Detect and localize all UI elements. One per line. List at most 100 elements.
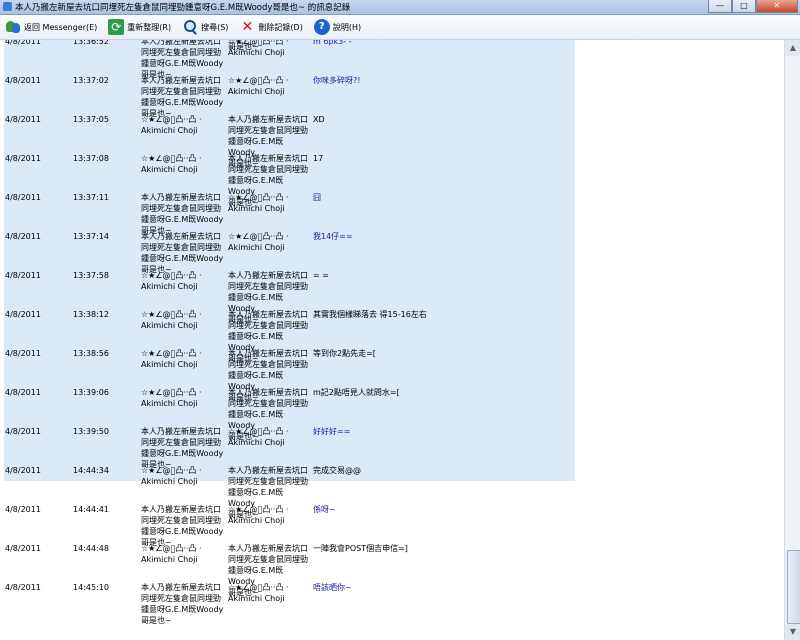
message-to: ☆★∠@゚凸··凸 · Akimichi Choji — [228, 40, 310, 58]
message-row[interactable]: 4/8/2011 13:38:12 ☆★∠@゚凸··凸 · Akimichi Choj… — [0, 304, 784, 363]
search-label: 搜尋(S) — [201, 22, 229, 32]
sender-name-line: 本人乃搬左新屋去坑口 — [228, 115, 308, 124]
toolbar: 返回 Messenger(E) ⟳ 重新整理(R) 搜尋(S) ✕ 刪除記錄(D… — [0, 15, 800, 40]
sender-name-line: Akimichi Choji — [228, 87, 285, 96]
message-row[interactable]: 4/8/2011 13:37:02 本人乃搬左新屋去坑口 同埋死左隻倉鼠同埋勁 鍾意呀G… — [0, 70, 784, 118]
sender-name-line: 本人乃搬左新屋去坑口 — [228, 271, 308, 280]
sender-name-line: 鍾意呀G.E.M既Woody — [141, 98, 224, 107]
message-from: ☆★∠@゚凸··凸 · Akimichi Choji — [141, 309, 225, 331]
message-text: 一陣我會POST個吉申信=] — [313, 544, 408, 553]
help-label: 說明(H) — [332, 22, 362, 32]
sender-name-line: Akimichi Choji — [228, 48, 285, 57]
refresh-button[interactable]: ⟳ 重新整理(R) — [108, 19, 171, 35]
scroll-up-arrow-icon[interactable]: ▲ — [785, 40, 800, 56]
message-row[interactable]: 4/8/2011 13:39:50 本人乃搬左新屋去坑口 同埋死左隻倉鼠同埋勁 鍾意呀G… — [0, 421, 784, 469]
sender-name-line: Akimichi Choji — [228, 516, 285, 525]
message-to: ☆★∠@゚凸··凸 · Akimichi Choji — [228, 192, 310, 214]
sender-name-line: 本人乃搬左新屋去坑口 — [141, 583, 221, 592]
message-row[interactable]: 4/8/2011 14:45:10 本人乃搬左新屋去坑口 同埋死左隻倉鼠同埋勁 鍾意呀G… — [0, 577, 784, 625]
message-to: ☆★∠@゚凸··凸 · Akimichi Choji — [228, 75, 310, 97]
back-to-messenger-label: 返回 Messenger(E) — [24, 22, 98, 32]
sender-name-line: Akimichi Choji — [141, 126, 198, 135]
message-time: 13:37:11 — [73, 193, 109, 202]
message-row[interactable]: 4/8/2011 14:44:34 ☆★∠@゚凸··凸 · Akimichi Choj… — [0, 460, 784, 519]
message-text: 好好好== — [313, 427, 351, 436]
message-date: 4/8/2011 — [5, 115, 41, 124]
message-row[interactable]: 4/8/2011 13:36:52 本人乃搬左新屋去坑口 同埋死左隻倉鼠同埋勁 鍾意呀G… — [0, 40, 784, 79]
message-text: 囧 — [313, 193, 321, 202]
back-to-messenger-button[interactable]: 返回 Messenger(E) — [5, 19, 97, 35]
message-to: ☆★∠@゚凸··凸 · Akimichi Choji — [228, 504, 310, 526]
message-row[interactable]: 4/8/2011 13:37:05 ☆★∠@゚凸··凸 · Akimichi Choj… — [0, 109, 784, 168]
message-row[interactable]: 4/8/2011 13:37:58 ☆★∠@゚凸··凸 · Akimichi Choj… — [0, 265, 784, 324]
message-date: 4/8/2011 — [5, 40, 41, 46]
message-text: 我14仔== — [313, 232, 353, 241]
message-history-pane[interactable]: 哥是也~ 4/8/2011 13:36:52 本人乃搬左新屋去坑口 同埋死左隻倉鼠同埋… — [0, 40, 784, 640]
message-date: 4/8/2011 — [5, 349, 41, 358]
sender-name-line: ☆★∠@゚凸··凸 · — [228, 583, 289, 592]
sender-name-line: 鍾意呀G.E.M既Woody — [141, 449, 224, 458]
sender-name-line: 同埋死左隻倉鼠同埋勁 — [141, 243, 221, 252]
message-time: 13:38:12 — [73, 310, 109, 319]
scroll-down-arrow-icon[interactable]: ▼ — [785, 624, 800, 640]
search-button[interactable]: 搜尋(S) — [182, 19, 228, 35]
delete-history-label: 刪除記錄(D) — [258, 22, 303, 32]
sender-name-line: ☆★∠@゚凸··凸 · — [141, 349, 202, 358]
message-time: 13:37:02 — [73, 76, 109, 85]
sender-name-line: 同埋死左隻倉鼠同埋勁 — [228, 282, 308, 291]
sender-name-line: Akimichi Choji — [141, 165, 198, 174]
sender-name-line: 本人乃搬左新屋去坑口 — [228, 310, 308, 319]
sender-name-line: 同埋死左隻倉鼠同埋勁 — [141, 87, 221, 96]
message-row[interactable]: 4/8/2011 14:44:48 ☆★∠@゚凸··凸 · Akimichi Choj… — [0, 538, 784, 597]
message-row[interactable]: 4/8/2011 13:37:11 本人乃搬左新屋去坑口 同埋死左隻倉鼠同埋勁 鍾意呀G… — [0, 187, 784, 235]
message-row[interactable]: 4/8/2011 13:37:08 ☆★∠@゚凸··凸 · Akimichi Choj… — [0, 148, 784, 207]
sender-name-line: 哥是也~ — [141, 616, 172, 625]
sender-name-line: 同埋死左隻倉鼠同埋勁 — [228, 477, 308, 486]
help-button[interactable]: ? 說明(H) — [313, 19, 362, 35]
vertical-scrollbar[interactable]: ▲ ▼ — [784, 40, 800, 640]
message-from: ☆★∠@゚凸··凸 · Akimichi Choji — [141, 465, 225, 487]
sender-name-line: ☆★∠@゚凸··凸 · — [141, 310, 202, 319]
sender-name-line: 本人乃搬左新屋去坑口 — [141, 76, 221, 85]
message-time: 14:44:48 — [73, 544, 109, 553]
message-row[interactable]: 4/8/2011 13:38:56 ☆★∠@゚凸··凸 · Akimichi Choj… — [0, 343, 784, 402]
message-from: 本人乃搬左新屋去坑口 同埋死左隻倉鼠同埋勁 鍾意呀G.E.M既Woody 哥是也~ — [141, 582, 225, 626]
app-icon — [3, 2, 12, 11]
message-text: 係呀~ — [313, 505, 336, 514]
message-time: 14:44:41 — [73, 505, 109, 514]
refresh-label: 重新整理(R) — [127, 22, 172, 32]
sender-name-line: ☆★∠@゚凸··凸 · — [228, 193, 289, 202]
scrollbar-thumb[interactable] — [787, 550, 800, 624]
message-time: 13:39:50 — [73, 427, 109, 436]
sender-name-line: Akimichi Choji — [141, 321, 198, 330]
sender-name-line: ☆★∠@゚凸··凸 · — [141, 388, 202, 397]
message-from: ☆★∠@゚凸··凸 · Akimichi Choji — [141, 543, 225, 565]
message-from: ☆★∠@゚凸··凸 · Akimichi Choji — [141, 348, 225, 370]
message-text: = = — [313, 271, 329, 280]
sender-name-line: Akimichi Choji — [141, 360, 198, 369]
message-date: 4/8/2011 — [5, 232, 41, 241]
message-row[interactable]: 4/8/2011 13:39:06 ☆★∠@゚凸··凸 · Akimichi Choj… — [0, 382, 784, 441]
sender-name-line: 同埋死左隻倉鼠同埋勁 — [141, 438, 221, 447]
sender-name-line: ☆★∠@゚凸··凸 · — [141, 115, 202, 124]
sender-name-line: 本人乃搬左新屋去坑口 — [228, 388, 308, 397]
message-from: ☆★∠@゚凸··凸 · Akimichi Choji — [141, 387, 225, 409]
sender-name-line: Akimichi Choji — [141, 477, 198, 486]
sender-name-line: 同埋死左隻倉鼠同埋勁 — [228, 399, 308, 408]
sender-name-line: ☆★∠@゚凸··凸 · — [228, 427, 289, 436]
sender-name-line: 同埋死左隻倉鼠同埋勁 — [141, 594, 221, 603]
message-time: 13:38:56 — [73, 349, 109, 358]
sender-name-line: 同埋死左隻倉鼠同埋勁 — [141, 204, 221, 213]
message-row[interactable]: 4/8/2011 14:44:41 本人乃搬左新屋去坑口 同埋死左隻倉鼠同埋勁 鍾意呀G… — [0, 499, 784, 547]
message-time: 13:37:14 — [73, 232, 109, 241]
message-from: ☆★∠@゚凸··凸 · Akimichi Choji — [141, 114, 225, 136]
maximize-button[interactable]: □ — [732, 0, 756, 13]
minimize-button[interactable]: — — [708, 0, 732, 13]
sender-name-line: 本人乃搬左新屋去坑口 — [228, 544, 308, 553]
close-button[interactable]: ✕ — [756, 0, 798, 13]
message-list: 4/8/2011 13:36:52 本人乃搬左新屋去坑口 同埋死左隻倉鼠同埋勁 鍾意呀G… — [0, 40, 784, 625]
sender-name-line: 鍾意呀G.E.M既Woody — [141, 605, 224, 614]
message-row[interactable]: 4/8/2011 13:37:14 本人乃搬左新屋去坑口 同埋死左隻倉鼠同埋勁 鍾意呀G… — [0, 226, 784, 274]
delete-history-button[interactable]: ✕ 刪除記錄(D) — [239, 19, 303, 35]
message-text: 完成交易@@ — [313, 466, 361, 475]
